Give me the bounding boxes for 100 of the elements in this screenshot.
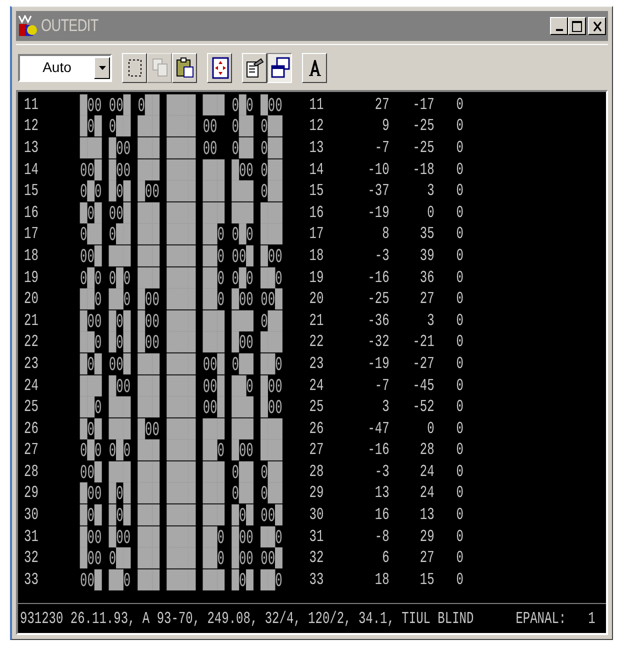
pattern-row: ██0 ██0 █00 ████ ██0 █00 00█ bbox=[80, 290, 282, 308]
line-number: 16 bbox=[309, 202, 325, 225]
value-cell-text: 0 bbox=[456, 202, 464, 225]
value-cell-text: 27 bbox=[418, 547, 434, 570]
value-cell-text: 18 bbox=[374, 569, 390, 592]
value-cell-text: 0 bbox=[426, 202, 434, 225]
line-number: 33 bbox=[309, 569, 325, 592]
pattern-row: █00 █00 ███ ████ ██0 █00 ██0 bbox=[80, 528, 282, 546]
line-number: 18 bbox=[24, 245, 40, 268]
line-number: 30 bbox=[309, 504, 325, 527]
value-cell-text: 0 bbox=[456, 418, 464, 440]
line-number: 26 bbox=[309, 418, 325, 440]
toolbar-button[interactable] bbox=[267, 52, 292, 82]
dropdown-icon bbox=[98, 66, 106, 70]
line-number: 13 bbox=[24, 137, 40, 160]
value-cell-text: 27 bbox=[374, 94, 390, 117]
value-cell-text: 16 bbox=[374, 504, 390, 527]
value-cell-text: 35 bbox=[418, 224, 434, 246]
value-cell-text: 3 bbox=[426, 310, 434, 333]
pattern-row: 00█ ███ ███ ████ ██0 00█ █00 bbox=[80, 247, 282, 265]
pattern-row: █0█ 0██ ███ ████ 00 0██ 0██ bbox=[80, 118, 282, 136]
line-number: 15 bbox=[309, 180, 325, 203]
value-cell-text: 0 bbox=[456, 158, 464, 182]
minimize-button[interactable] bbox=[550, 17, 568, 35]
value-cell-text: -19 bbox=[366, 353, 390, 376]
line-number: 28 bbox=[24, 461, 40, 484]
line-number: 17 bbox=[309, 224, 325, 246]
value-cell-text: 0 bbox=[456, 461, 464, 484]
maximize-icon bbox=[572, 20, 582, 32]
properties-icon bbox=[244, 56, 266, 80]
value-cell-text: -25 bbox=[412, 137, 434, 160]
value-cell-text: -36 bbox=[366, 310, 390, 333]
value-cell-text: 0 bbox=[456, 374, 464, 398]
value-cell-text: 6 bbox=[381, 547, 390, 570]
pattern-row: 00█ █00 ███ ████ ███ █00 0██ bbox=[80, 160, 282, 178]
value-cell-text: 27 bbox=[418, 288, 434, 311]
line-number: 22 bbox=[309, 332, 325, 354]
value-cell-text: 0 bbox=[456, 353, 464, 376]
line-number: 29 bbox=[24, 482, 40, 506]
value-cell-text: -16 bbox=[366, 440, 390, 462]
value-cell-text: -37 bbox=[366, 180, 390, 203]
pattern-row: 0█0 0█0 ███ ████ ██0 0█0 ██0 bbox=[80, 268, 282, 286]
line-number: 24 bbox=[24, 374, 40, 398]
pattern-row: ██0 █0█ █00 ████ ███ █00 ███ bbox=[80, 333, 282, 352]
line-number: 13 bbox=[309, 137, 325, 160]
value-cell-text: 0 bbox=[456, 245, 464, 268]
line-number: 30 bbox=[24, 504, 40, 527]
pattern-row: █00 █0█ ███ ████ ███ 0██ 0██ bbox=[80, 484, 282, 502]
value-cell-text: 0 bbox=[456, 266, 464, 290]
pattern-row: ███ █00 ███ ████ 00 0██ 0██ bbox=[80, 139, 282, 157]
pattern-row: █0█ █0█ ███ ████ ███ █0█ 00█ bbox=[80, 506, 282, 524]
value-cell-text: -25 bbox=[412, 116, 434, 138]
close-button[interactable] bbox=[588, 17, 606, 35]
line-number: 23 bbox=[309, 353, 325, 376]
value-cell-text: 0 bbox=[456, 94, 464, 117]
pattern-row: 00█ ██0 ███ ████ ███ █0█ ██0 bbox=[80, 570, 282, 589]
value-cell-text: 24 bbox=[418, 461, 434, 484]
value-cell-text: 0 bbox=[456, 288, 464, 311]
windows-icon bbox=[268, 56, 290, 80]
window-title: OUTEDIT bbox=[41, 15, 98, 38]
line-number: 11 bbox=[309, 94, 325, 117]
close-icon bbox=[592, 20, 602, 32]
line-number: 16 bbox=[24, 202, 40, 225]
line-number: 25 bbox=[24, 396, 40, 419]
zoom-select[interactable]: Auto bbox=[18, 54, 112, 82]
value-cell-text: 3 bbox=[426, 180, 434, 203]
pattern-row: █00 0██ ███ ████ ██0 █00 00█ bbox=[80, 549, 282, 568]
value-cell-text: -45 bbox=[412, 374, 434, 398]
value-cell-text: 9 bbox=[381, 116, 390, 138]
line-number: 11 bbox=[24, 94, 40, 117]
status-label: EPANAL: bbox=[516, 608, 566, 630]
value-cell-text: -47 bbox=[366, 418, 390, 440]
value-cell-text: 3 bbox=[381, 396, 390, 419]
line-number: 29 bbox=[309, 482, 325, 506]
pattern-row: ██0 ███ ███ ████ 00█ ███ █00 bbox=[80, 398, 282, 416]
line-number: 17 bbox=[24, 224, 40, 246]
line-number: 14 bbox=[24, 158, 40, 182]
line-number: 27 bbox=[24, 440, 40, 462]
pattern-row: █0█ ███ █00 ████ ███ ███ ███ bbox=[80, 420, 282, 438]
maximize-button[interactable] bbox=[568, 17, 586, 35]
line-number: 15 bbox=[24, 180, 40, 203]
line-number: 27 bbox=[309, 440, 325, 462]
value-cell-text: 0 bbox=[456, 396, 464, 419]
pattern-row: █00 █0█ █00 ████ ███ ███ 0██ bbox=[80, 312, 282, 330]
pattern-row: 0█0 █0█ █00 ████ ███ ███ 0██ bbox=[80, 182, 282, 200]
line-number: 23 bbox=[24, 353, 40, 376]
value-cell-text: 0 bbox=[456, 310, 464, 333]
line-number: 21 bbox=[309, 310, 325, 333]
value-cell-text: 13 bbox=[418, 504, 434, 527]
line-number: 31 bbox=[24, 526, 40, 548]
line-number: 31 bbox=[309, 526, 325, 548]
value-cell-text: 15 bbox=[418, 569, 434, 592]
value-cell-text: 0 bbox=[456, 569, 464, 592]
value-cell-text: -3 bbox=[374, 461, 390, 484]
line-number: 12 bbox=[309, 116, 325, 138]
value-cell-text: 0 bbox=[426, 418, 434, 440]
value-cell-text: -7 bbox=[374, 374, 390, 398]
line-number: 21 bbox=[24, 310, 40, 333]
value-cell-text: -17 bbox=[412, 94, 434, 117]
minimize-icon bbox=[556, 29, 562, 31]
